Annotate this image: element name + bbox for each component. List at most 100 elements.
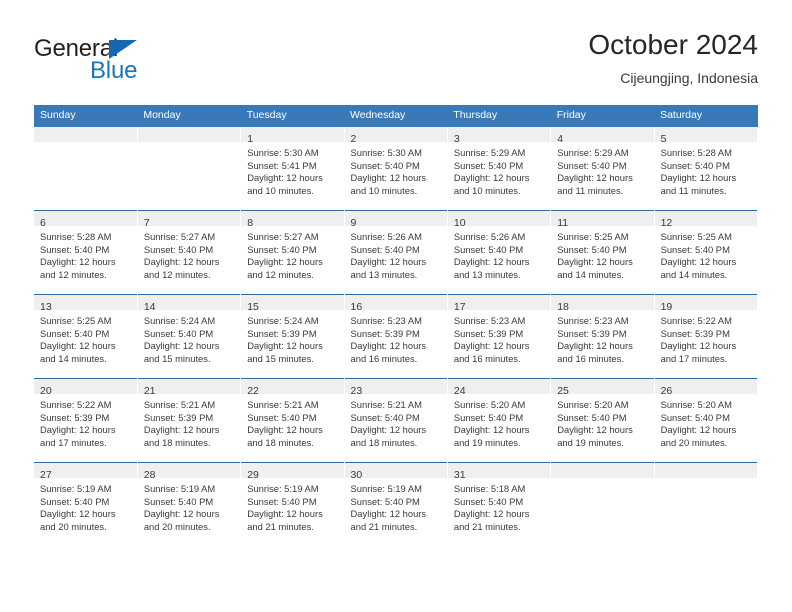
day-cell-body: Sunrise: 5:23 AM Sunset: 5:39 PM Daylight:… [448,310,550,365]
day-cell-body: Sunrise: 5:18 AM Sunset: 5:40 PM Daylight:… [448,478,550,533]
calendar-day-cell[interactable]: 13 Sunrise: 5:25 AM Sunset: 5:40 PM Dayligh… [34,294,138,379]
day-cell-body: Sunrise: 5:19 AM Sunset: 5:40 PM Daylight:… [138,478,240,533]
day-cell-body: Sunrise: 5:30 AM Sunset: 5:40 PM Daylight:… [345,142,447,197]
calendar-day-cell-empty [654,462,759,546]
weekday-header-sunday: Sunday [34,105,138,127]
sunrise-text: Sunrise: 5:19 AM [40,483,112,494]
day-cell-body: Sunrise: 5:30 AM Sunset: 5:41 PM Daylight:… [241,142,343,197]
sunset-text: Sunset: 5:40 PM [660,243,730,255]
sunset-text: Sunset: 5:40 PM [247,495,317,507]
day-cell-body: Sunrise: 5:29 AM Sunset: 5:40 PM Daylight:… [551,142,653,197]
sunset-text: Sunset: 5:41 PM [247,159,317,171]
day-number-band: 21 [137,379,241,397]
calendar-day-cell[interactable]: 19 Sunrise: 5:22 AM Sunset: 5:39 PM Dayligh… [654,294,759,379]
sunrise-text: Sunrise: 5:27 AM [143,231,216,242]
daylight-text-line2: and 15 minutes. [143,352,211,364]
daylight-text-line2: and 13 minutes. [350,268,418,280]
calendar-day-cell[interactable]: 6 Sunrise: 5:28 AM Sunset: 5:40 PM Daylight… [34,210,138,295]
calendar-day-cell[interactable]: 7 Sunrise: 5:27 AM Sunset: 5:40 PM Daylight… [137,210,242,295]
calendar-week-row: 27 Sunrise: 5:19 AM Sunset: 5:40 PM Dayligh… [34,462,759,546]
day-number-band [551,463,654,478]
day-number: 9 [350,217,357,229]
day-number-band [34,127,137,142]
calendar-day-cell[interactable]: 22 Sunrise: 5:21 AM Sunset: 5:40 PM Dayligh… [240,378,345,463]
day-number-band: 20 [34,379,137,397]
calendar-page: General Blue October 2024 Cijeungjing, I… [0,0,792,612]
calendar-body: 1 Sunrise: 5:30 AM Sunset: 5:41 PM Daylight… [34,127,759,546]
calendar-day-cell[interactable]: 18 Sunrise: 5:23 AM Sunset: 5:39 PM Dayligh… [550,294,655,379]
daylight-text-line2: and 15 minutes. [247,352,314,364]
daylight-text-line2: and 11 minutes. [660,184,727,196]
calendar-week-row: 6 Sunrise: 5:28 AM Sunset: 5:40 PM Daylight… [34,210,759,295]
day-number: 10 [453,217,466,229]
calendar-day-cell[interactable]: 14 Sunrise: 5:24 AM Sunset: 5:40 PM Dayligh… [137,294,242,379]
calendar-day-cell[interactable]: 23 Sunrise: 5:21 AM Sunset: 5:40 PM Dayligh… [344,378,448,463]
sunset-text: Sunset: 5:40 PM [247,411,317,423]
daylight-text-line1: Daylight: 12 hours [350,172,427,184]
calendar-day-cell[interactable]: 16 Sunrise: 5:23 AM Sunset: 5:39 PM Dayligh… [344,294,448,379]
calendar-day-cell[interactable]: 25 Sunrise: 5:20 AM Sunset: 5:40 PM Dayligh… [550,378,655,463]
calendar-day-cell[interactable]: 30 Sunrise: 5:19 AM Sunset: 5:40 PM Dayligh… [344,462,448,546]
day-number-band: 1 [241,127,344,145]
calendar-day-cell[interactable]: 17 Sunrise: 5:23 AM Sunset: 5:39 PM Dayligh… [447,294,552,379]
location-subtitle: Cijeungjing, Indonesia [620,70,758,86]
day-number-band: 16 [344,295,447,313]
calendar-day-cell[interactable]: 11 Sunrise: 5:25 AM Sunset: 5:40 PM Dayligh… [550,210,655,295]
sunrise-text: Sunrise: 5:20 AM [557,399,629,410]
sunset-text: Sunset: 5:40 PM [557,243,627,255]
sunrise-text: Sunrise: 5:19 AM [143,483,216,494]
day-number-band: 30 [344,463,447,481]
day-cell-body: Sunrise: 5:25 AM Sunset: 5:40 PM Daylight:… [34,310,137,365]
calendar-day-cell[interactable]: 21 Sunrise: 5:21 AM Sunset: 5:39 PM Dayligh… [137,378,242,463]
calendar-day-cell[interactable]: 8 Sunrise: 5:27 AM Sunset: 5:40 PM Daylight… [240,210,345,295]
general-blue-logo[interactable]: General Blue [34,36,234,88]
calendar-day-cell[interactable]: 10 Sunrise: 5:26 AM Sunset: 5:40 PM Dayligh… [447,210,552,295]
day-number-band: 28 [137,463,241,481]
calendar-day-cell[interactable]: 12 Sunrise: 5:25 AM Sunset: 5:40 PM Dayligh… [654,210,759,295]
calendar-day-cell[interactable]: 29 Sunrise: 5:19 AM Sunset: 5:40 PM Dayligh… [240,462,345,546]
daylight-text-line1: Daylight: 12 hours [557,424,633,436]
calendar-day-cell[interactable]: 27 Sunrise: 5:19 AM Sunset: 5:40 PM Dayligh… [34,462,138,546]
calendar-day-cell[interactable]: 3 Sunrise: 5:29 AM Sunset: 5:40 PM Daylight… [447,127,552,211]
calendar-day-cell[interactable]: 2 Sunrise: 5:30 AM Sunset: 5:40 PM Daylight… [344,127,448,211]
day-number-band: 8 [241,211,344,229]
day-cell-body: Sunrise: 5:19 AM Sunset: 5:40 PM Daylight:… [241,478,343,533]
calendar-day-cell[interactable]: 9 Sunrise: 5:26 AM Sunset: 5:40 PM Daylight… [344,210,448,295]
day-number: 8 [247,217,254,229]
calendar-day-cell-empty [137,127,242,211]
weekday-header-tuesday: Tuesday [240,105,345,127]
sunrise-text: Sunrise: 5:26 AM [453,231,526,242]
sunset-text: Sunset: 5:40 PM [40,243,110,255]
day-number: 17 [453,301,466,313]
calendar-day-cell[interactable]: 26 Sunrise: 5:20 AM Sunset: 5:40 PM Dayligh… [654,378,759,463]
sunrise-text: Sunrise: 5:30 AM [350,147,422,158]
daylight-text-line2: and 12 minutes. [247,268,314,280]
title-block: October 2024 Cijeungjing, Indonesia [588,28,758,88]
calendar-day-cell[interactable]: 15 Sunrise: 5:24 AM Sunset: 5:39 PM Dayligh… [240,294,345,379]
calendar-day-cell[interactable]: 24 Sunrise: 5:20 AM Sunset: 5:40 PM Dayligh… [447,378,552,463]
page-title: October 2024 [588,29,758,60]
daylight-text-line1: Daylight: 12 hours [143,508,220,520]
daylight-text-line1: Daylight: 12 hours [350,508,427,520]
day-cell-body [655,478,757,483]
sunset-text: Sunset: 5:39 PM [143,411,214,423]
day-number: 22 [247,385,259,397]
day-cell-body: Sunrise: 5:29 AM Sunset: 5:40 PM Daylight:… [448,142,550,197]
day-number: 23 [350,385,363,397]
calendar-day-cell[interactable]: 1 Sunrise: 5:30 AM Sunset: 5:41 PM Daylight… [240,127,345,211]
daylight-text-line1: Daylight: 12 hours [40,424,116,436]
daylight-text-line1: Daylight: 12 hours [660,424,737,436]
calendar-day-cell[interactable]: 28 Sunrise: 5:19 AM Sunset: 5:40 PM Dayligh… [137,462,242,546]
day-number: 14 [143,301,156,313]
sunset-text: Sunset: 5:40 PM [247,243,317,255]
day-number: 15 [247,301,259,313]
sunrise-text: Sunrise: 5:27 AM [247,231,319,242]
calendar-header-row: Sunday Monday Tuesday Wednesday Thursday… [34,105,758,127]
calendar-day-cell[interactable]: 31 Sunrise: 5:18 AM Sunset: 5:40 PM Dayligh… [447,462,552,546]
day-number-band: 2 [344,127,447,145]
sunset-text: Sunset: 5:40 PM [557,411,627,423]
calendar-day-cell[interactable]: 5 Sunrise: 5:28 AM Sunset: 5:40 PM Daylight… [654,127,759,211]
day-number: 21 [143,385,156,397]
calendar-day-cell[interactable]: 20 Sunrise: 5:22 AM Sunset: 5:39 PM Dayligh… [34,378,138,463]
calendar-day-cell[interactable]: 4 Sunrise: 5:29 AM Sunset: 5:40 PM Daylight… [550,127,655,211]
